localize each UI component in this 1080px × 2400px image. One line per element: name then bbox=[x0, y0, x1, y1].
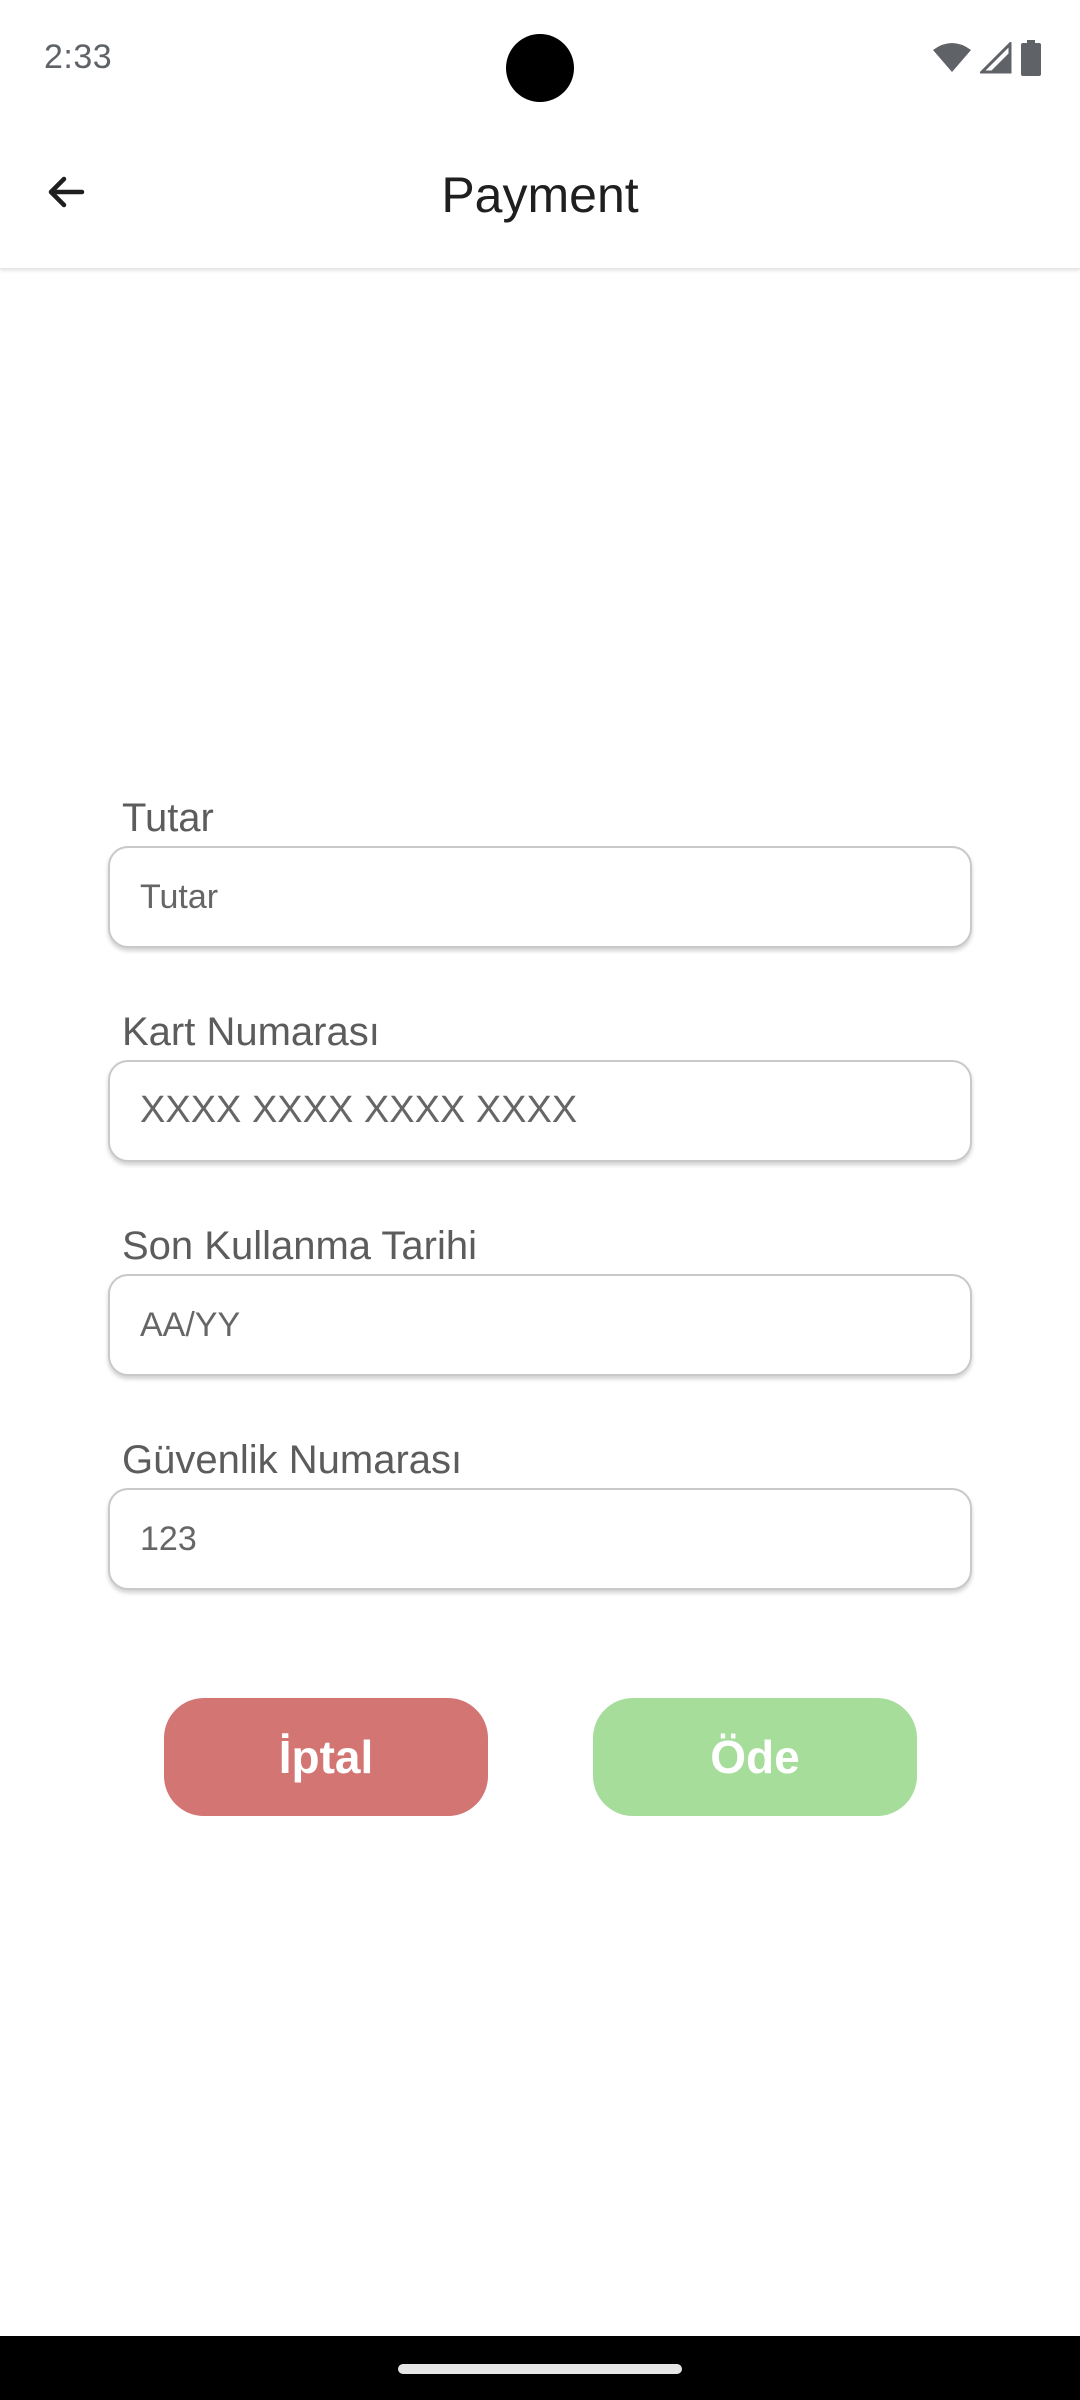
wifi-icon bbox=[932, 42, 972, 74]
app-bar: Payment bbox=[0, 120, 1080, 269]
amount-label: Tutar bbox=[122, 796, 214, 840]
expiry-input[interactable] bbox=[108, 1274, 972, 1376]
camera-cutout bbox=[506, 34, 574, 102]
amount-field-group: Tutar bbox=[108, 790, 972, 1004]
pay-button[interactable]: Öde bbox=[593, 1698, 917, 1816]
expiry-label: Son Kullanma Tarihi bbox=[122, 1224, 478, 1268]
status-icons bbox=[932, 40, 1042, 76]
cvv-input[interactable] bbox=[108, 1488, 972, 1590]
expiry-field-group: Son Kullanma Tarihi bbox=[108, 1218, 972, 1432]
battery-icon bbox=[1020, 40, 1042, 76]
payment-screen: 2:33 Payment Tutar Tutar Kart Numarası X… bbox=[0, 0, 1080, 2400]
payment-form: Tutar Kart Numarası Son Kullanma Tarihi … bbox=[108, 790, 972, 1646]
status-time: 2:33 bbox=[44, 38, 113, 76]
status-bar: 2:33 bbox=[0, 0, 1080, 120]
cvv-field-group: Güvenlik Numarası bbox=[108, 1432, 972, 1646]
card-number-field-group: Kart Numarası bbox=[108, 1004, 972, 1218]
home-indicator[interactable] bbox=[398, 2364, 682, 2374]
cvv-label: Güvenlik Numarası bbox=[122, 1438, 463, 1482]
amount-input[interactable] bbox=[108, 846, 972, 948]
action-buttons: İptal Öde bbox=[0, 1698, 1080, 1816]
page-title: Payment bbox=[441, 167, 639, 223]
cancel-button[interactable]: İptal bbox=[164, 1698, 488, 1816]
cellular-signal-icon bbox=[980, 42, 1012, 74]
card-number-label: Kart Numarası bbox=[122, 1010, 380, 1054]
card-number-input[interactable] bbox=[108, 1060, 972, 1162]
navigation-bar bbox=[0, 2336, 1080, 2400]
